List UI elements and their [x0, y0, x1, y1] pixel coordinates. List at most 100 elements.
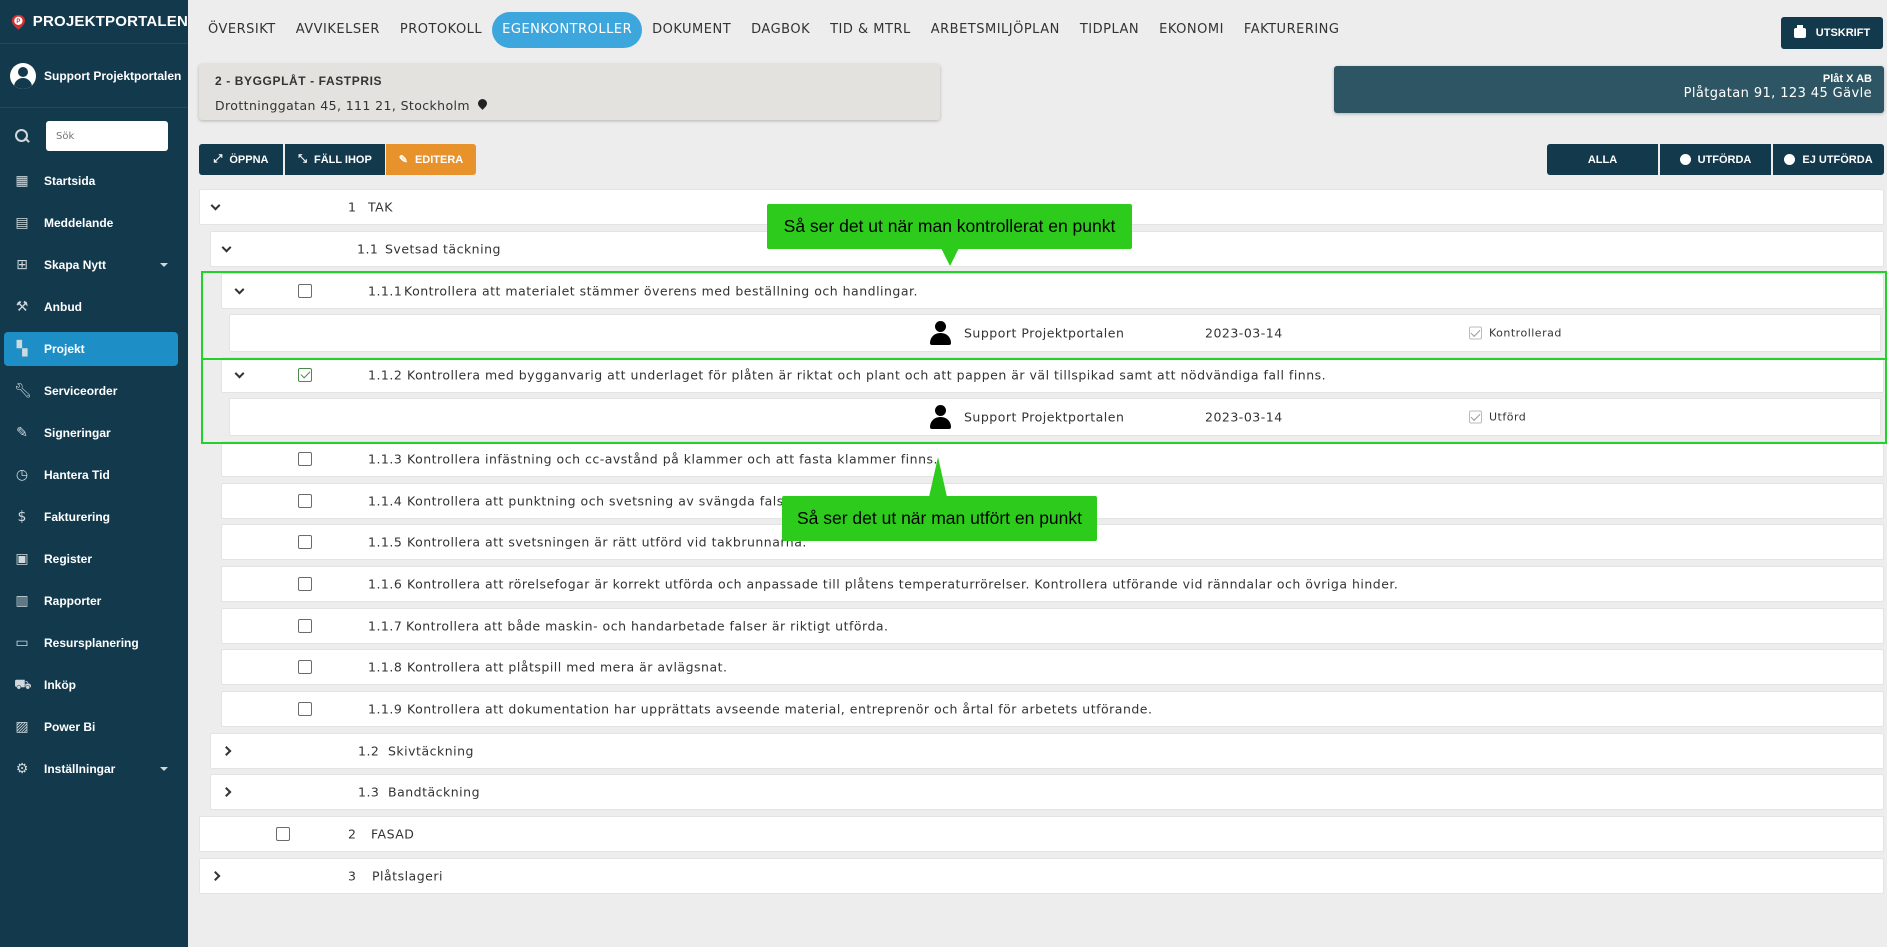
map-pin-icon[interactable] — [476, 97, 489, 110]
sidebar-item-skapa-nytt[interactable]: ⊞ Skapa Nytt — [4, 248, 178, 282]
print-button[interactable]: UTSKRIFT — [1781, 17, 1883, 49]
project-title: 2 - BYGGPLÅT - FASTPRIS — [215, 74, 383, 88]
section-label: TAK — [368, 199, 393, 215]
tab-ekonomi[interactable]: EKONOMI — [1149, 12, 1234, 48]
clock-icon: ◷ — [15, 467, 29, 483]
checklist-item-1-1-7[interactable]: 1.1.7 Kontrollera att både maskin- och h… — [221, 608, 1884, 644]
calendar-icon: ▥ — [15, 593, 29, 609]
user-profile[interactable]: Support Projektportalen — [0, 44, 188, 108]
tab-tidplan[interactable]: TIDPLAN — [1070, 12, 1149, 48]
edit-button[interactable]: ✎ EDITERA — [386, 144, 476, 175]
filter-done-label: UTFÖRDA — [1697, 153, 1752, 166]
tab-protokoll[interactable]: PROTOKOLL — [390, 12, 492, 48]
item-checkbox[interactable] — [298, 577, 312, 591]
subsection-label: Bandtäckning — [388, 784, 481, 800]
tree-section-fasad[interactable]: 2 FASAD — [199, 816, 1884, 852]
printer-icon — [1793, 25, 1806, 38]
print-button-label: UTSKRIFT — [1815, 27, 1871, 39]
tree-subsection-skivtackning[interactable]: 1.2 Skivtäckning — [210, 733, 1884, 769]
callout-controlled: Så ser det ut när man kontrollerat en pu… — [767, 204, 1132, 249]
add-box-icon: ⊞ — [16, 257, 28, 273]
section-number: 3 — [348, 868, 357, 884]
item-checkbox[interactable] — [298, 535, 312, 549]
sidebar-item-anbud[interactable]: ⚒ Anbud — [4, 290, 178, 324]
open-all-button[interactable]: ⤢ ÖPPNA — [199, 144, 283, 175]
sidebar-item-power-bi[interactable]: ▨ Power Bi — [4, 710, 178, 744]
item-label: Kontrollera att rörelsefogar är korrekt … — [407, 576, 1399, 592]
sidebar-item-installningar[interactable]: ⚙ Inställningar — [4, 752, 178, 786]
chevron-right-icon[interactable] — [210, 871, 221, 881]
sidebar-item-signeringar[interactable]: ✎ Signeringar — [4, 416, 178, 450]
chevron-right-icon[interactable] — [221, 787, 232, 797]
brand-title: PROJEKTPORTALEN — [32, 13, 188, 30]
project-address-text: Drottninggatan 45, 111 21, Stockholm — [215, 98, 470, 113]
sidebar-item-serviceorder[interactable]: 🔧︎ Serviceorder — [4, 374, 178, 408]
gear-icon: ⚙ — [15, 761, 29, 777]
item-number: 1.1.8 — [368, 659, 403, 675]
sidebar-item-rapporter[interactable]: ▥ Rapporter — [4, 584, 178, 618]
sidebar-item-label: Inställningar — [44, 762, 116, 776]
sidebar-item-label: Serviceorder — [44, 384, 118, 398]
sidebar-item-hantera-tid[interactable]: ◷ Hantera Tid — [4, 458, 178, 492]
item-label: Kontrollera att svetsningen är rätt utfö… — [407, 534, 807, 550]
sidebar-item-startsida[interactable]: ▦ Startsida — [4, 164, 178, 198]
section-checkbox[interactable] — [276, 827, 290, 841]
tab-fakturering[interactable]: FAKTURERING — [1234, 12, 1350, 48]
item-checkbox[interactable] — [298, 452, 312, 466]
sidebar-item-resursplanering[interactable]: ▭ Resursplanering — [4, 626, 178, 660]
sidebar: P PROJEKTPORTALEN Support Projektportale… — [0, 0, 188, 947]
sidebar-search — [0, 108, 188, 164]
tab-egenkontroller[interactable]: EGENKONTROLLER — [492, 12, 643, 48]
item-checkbox[interactable] — [298, 702, 312, 716]
chevron-right-icon[interactable] — [221, 746, 232, 756]
sidebar-item-inkop[interactable]: ⛟ Inköp — [4, 668, 178, 702]
chevron-down-icon[interactable] — [221, 242, 232, 253]
tab-arbetsmiljoplan[interactable]: ARBETSMILJÖPLAN — [921, 12, 1070, 48]
filter-all-label: ALLA — [1587, 153, 1618, 166]
tab-tid-mtrl[interactable]: TID & MTRL — [820, 12, 921, 48]
project-info-card: 2 - BYGGPLÅT - FASTPRIS Drottninggatan 4… — [199, 64, 940, 120]
sidebar-item-meddelande[interactable]: ▤ Meddelande — [4, 206, 178, 240]
collapse-all-button[interactable]: ⤡ FÄLL IHOP — [285, 144, 385, 175]
project-address: Drottninggatan 45, 111 21, Stockholm — [215, 97, 924, 113]
tab-oversikt[interactable]: ÖVERSIKT — [198, 12, 286, 48]
block-icon — [1784, 154, 1796, 165]
projektportalen-logo-icon: P — [11, 14, 25, 30]
checklist-item-1-1-6[interactable]: 1.1.6 Kontrollera att rörelsefogar är ko… — [221, 566, 1884, 602]
sidebar-item-register[interactable]: ▣ Register — [4, 542, 178, 576]
tab-avvikelser[interactable]: AVVIKELSER — [286, 12, 390, 48]
item-checkbox[interactable] — [298, 494, 312, 508]
sidebar-item-fakturering[interactable]: $ Fakturering — [4, 500, 178, 534]
image-icon: ▣ — [15, 551, 29, 567]
filter-not-done-button[interactable]: EJ UTFÖRDA — [1773, 144, 1884, 175]
checklist-item-1-1-8[interactable]: 1.1.8 Kontrollera att plåtspill med mera… — [221, 649, 1884, 685]
item-number: 1.1.9 — [368, 701, 403, 717]
subsection-label: Svetsad täckning — [385, 241, 501, 257]
brand[interactable]: P PROJEKTPORTALEN — [0, 0, 188, 44]
chevron-down-icon[interactable] — [210, 200, 221, 211]
item-number: 1.1.7 — [368, 618, 403, 634]
highlight-controlled — [201, 271, 1887, 360]
sidebar-item-projekt[interactable]: ▚ Projekt — [4, 332, 178, 366]
filter-not-done-label: EJ UTFÖRDA — [1802, 153, 1873, 166]
tab-dagbok[interactable]: DAGBOK — [741, 12, 820, 48]
filter-done-button[interactable]: UTFÖRDA — [1660, 144, 1771, 175]
tree-subsection-bandtackning[interactable]: 1.3 Bandtäckning — [210, 774, 1884, 810]
search-icon — [14, 128, 30, 144]
tab-dokument[interactable]: DOKUMENT — [642, 12, 741, 48]
edit-label: EDITERA — [414, 153, 464, 166]
search-input[interactable] — [46, 121, 168, 151]
collapse-all-label: FÄLL IHOP — [313, 153, 372, 166]
top-tabs: ÖVERSIKT AVVIKELSER PROTOKOLL EGENKONTRO… — [198, 12, 1349, 48]
filter-all-button[interactable]: ALLA — [1547, 144, 1658, 175]
tree-section-platslageri[interactable]: 3 Plåtslageri — [199, 858, 1884, 894]
svg-text:P: P — [16, 19, 20, 25]
item-checkbox[interactable] — [298, 660, 312, 674]
callout-done-pointer — [929, 457, 947, 497]
section-number: 1 — [348, 199, 357, 215]
item-checkbox[interactable] — [298, 619, 312, 633]
checklist-item-1-1-3[interactable]: 1.1.3 Kontrollera infästning och cc-avst… — [221, 441, 1884, 477]
checklist-item-1-1-9[interactable]: 1.1.9 Kontrollera att dokumentation har … — [221, 691, 1884, 727]
subsection-number: 1.1 — [357, 241, 379, 257]
section-number: 2 — [348, 826, 357, 842]
